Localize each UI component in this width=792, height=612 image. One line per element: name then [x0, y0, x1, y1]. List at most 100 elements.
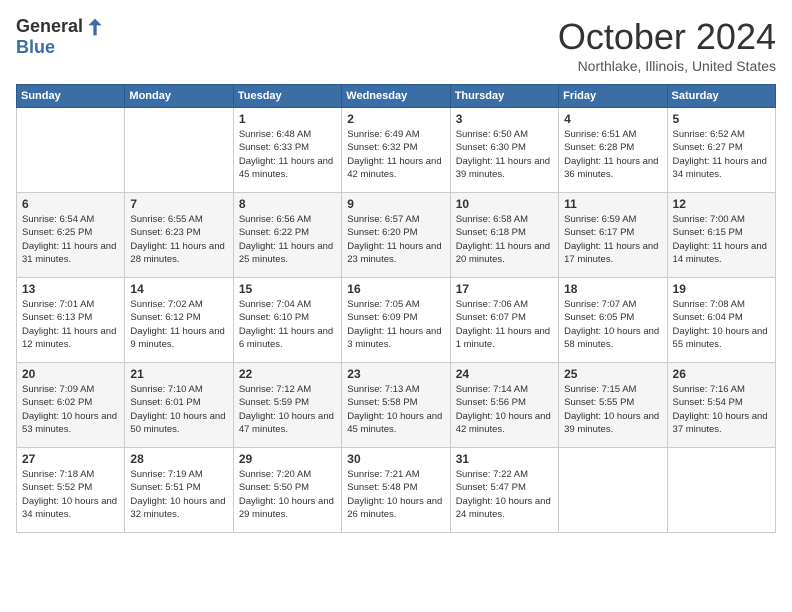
logo-blue-text: Blue [16, 37, 55, 58]
calendar-header-friday: Friday [559, 85, 667, 108]
calendar-cell: 5Sunrise: 6:52 AM Sunset: 6:27 PM Daylig… [667, 108, 775, 193]
calendar-cell [125, 108, 233, 193]
day-number: 24 [456, 367, 553, 381]
day-number: 1 [239, 112, 336, 126]
day-info: Sunrise: 6:51 AM Sunset: 6:28 PM Dayligh… [564, 128, 661, 181]
day-info: Sunrise: 7:20 AM Sunset: 5:50 PM Dayligh… [239, 468, 336, 521]
calendar-cell: 15 Sunrise: 7:04 AM Sunset: 6:10 PM Dayli… [233, 278, 341, 363]
calendar-cell: 18 Sunrise: 7:07 AM Sunset: 6:05 PM Dayli… [559, 278, 667, 363]
calendar-week-1: 1 Sunrise: 6:48 AM Sunset: 6:33 PM Daylig… [17, 108, 776, 193]
title-block: October 2024 Northlake, Illinois, United… [558, 16, 776, 74]
day-info: Sunrise: 6:58 AM Sunset: 6:18 PM Dayligh… [456, 213, 553, 266]
day-number: 29 [239, 452, 336, 466]
day-info: Sunrise: 7:10 AM Sunset: 6:01 PM Dayligh… [130, 383, 227, 436]
day-number: 3 [456, 112, 553, 126]
day-number: 15 [239, 282, 336, 296]
calendar-cell: 4 Sunrise: 6:51 AM Sunset: 6:28 PM Daylig… [559, 108, 667, 193]
calendar-header-row: SundayMondayTuesdayWednesdayThursdayFrid… [17, 85, 776, 108]
calendar-cell: 16Sunrise: 7:05 AM Sunset: 6:09 PM Dayli… [342, 278, 450, 363]
calendar-cell: 2 Sunrise: 6:49 AM Sunset: 6:32 PM Daylig… [342, 108, 450, 193]
calendar-cell [559, 448, 667, 533]
calendar-week-5: 27 Sunrise: 7:18 AM Sunset: 5:52 PM Dayli… [17, 448, 776, 533]
calendar-cell: 13 Sunrise: 7:01 AM Sunset: 6:13 PM Dayli… [17, 278, 125, 363]
day-info: Sunrise: 7:19 AM Sunset: 5:51 PM Dayligh… [130, 468, 227, 521]
calendar-week-2: 6 Sunrise: 6:54 AM Sunset: 6:25 PM Daylig… [17, 193, 776, 278]
day-info: Sunrise: 6:49 AM Sunset: 6:32 PM Dayligh… [347, 128, 444, 181]
day-info: Sunrise: 7:15 AM Sunset: 5:55 PM Dayligh… [564, 383, 661, 436]
calendar-header-sunday: Sunday [17, 85, 125, 108]
day-info: Sunrise: 6:54 AM Sunset: 6:25 PM Dayligh… [22, 213, 119, 266]
day-info: Sunrise: 7:12 AM Sunset: 5:59 PM Dayligh… [239, 383, 336, 436]
day-info: Sunrise: 6:56 AM Sunset: 6:22 PM Dayligh… [239, 213, 336, 266]
calendar-cell [17, 108, 125, 193]
calendar-cell: 21Sunrise: 7:10 AM Sunset: 6:01 PM Dayli… [125, 363, 233, 448]
calendar-cell: 31Sunrise: 7:22 AM Sunset: 5:47 PM Dayli… [450, 448, 558, 533]
day-info: Sunrise: 7:14 AM Sunset: 5:56 PM Dayligh… [456, 383, 553, 436]
day-info: Sunrise: 7:04 AM Sunset: 6:10 PM Dayligh… [239, 298, 336, 351]
day-number: 26 [673, 367, 770, 381]
day-info: Sunrise: 7:21 AM Sunset: 5:48 PM Dayligh… [347, 468, 444, 521]
day-number: 16 [347, 282, 444, 296]
day-info: Sunrise: 6:50 AM Sunset: 6:30 PM Dayligh… [456, 128, 553, 181]
calendar-header-thursday: Thursday [450, 85, 558, 108]
day-info: Sunrise: 7:00 AM Sunset: 6:15 PM Dayligh… [673, 213, 770, 266]
day-info: Sunrise: 7:02 AM Sunset: 6:12 PM Dayligh… [130, 298, 227, 351]
calendar-header-wednesday: Wednesday [342, 85, 450, 108]
calendar-header-monday: Monday [125, 85, 233, 108]
day-number: 5 [673, 112, 770, 126]
day-info: Sunrise: 7:16 AM Sunset: 5:54 PM Dayligh… [673, 383, 770, 436]
calendar-cell: 20 Sunrise: 7:09 AM Sunset: 6:02 PM Dayli… [17, 363, 125, 448]
day-info: Sunrise: 7:06 AM Sunset: 6:07 PM Dayligh… [456, 298, 553, 351]
day-info: Sunrise: 7:01 AM Sunset: 6:13 PM Dayligh… [22, 298, 119, 351]
day-info: Sunrise: 7:08 AM Sunset: 6:04 PM Dayligh… [673, 298, 770, 351]
day-number: 4 [564, 112, 661, 126]
day-number: 25 [564, 367, 661, 381]
day-info: Sunrise: 7:07 AM Sunset: 6:05 PM Dayligh… [564, 298, 661, 351]
calendar-cell: 24 Sunrise: 7:14 AM Sunset: 5:56 PM Dayli… [450, 363, 558, 448]
calendar-cell: 30 Sunrise: 7:21 AM Sunset: 5:48 PM Dayli… [342, 448, 450, 533]
day-number: 8 [239, 197, 336, 211]
day-number: 11 [564, 197, 661, 211]
logo: General Blue [16, 16, 105, 58]
calendar-cell: 19Sunrise: 7:08 AM Sunset: 6:04 PM Dayli… [667, 278, 775, 363]
calendar-cell: 29 Sunrise: 7:20 AM Sunset: 5:50 PM Dayli… [233, 448, 341, 533]
day-number: 27 [22, 452, 119, 466]
calendar-cell [667, 448, 775, 533]
calendar-cell: 17 Sunrise: 7:06 AM Sunset: 6:07 PM Dayli… [450, 278, 558, 363]
calendar-cell: 10 Sunrise: 6:58 AM Sunset: 6:18 PM Dayli… [450, 193, 558, 278]
day-number: 12 [673, 197, 770, 211]
day-number: 13 [22, 282, 119, 296]
day-info: Sunrise: 7:18 AM Sunset: 5:52 PM Dayligh… [22, 468, 119, 521]
day-info: Sunrise: 7:22 AM Sunset: 5:47 PM Dayligh… [456, 468, 553, 521]
month-title: October 2024 [558, 16, 776, 58]
day-number: 6 [22, 197, 119, 211]
day-number: 22 [239, 367, 336, 381]
day-number: 10 [456, 197, 553, 211]
calendar-header-tuesday: Tuesday [233, 85, 341, 108]
day-number: 20 [22, 367, 119, 381]
calendar-cell: 6 Sunrise: 6:54 AM Sunset: 6:25 PM Daylig… [17, 193, 125, 278]
day-info: Sunrise: 6:55 AM Sunset: 6:23 PM Dayligh… [130, 213, 227, 266]
calendar-cell: 1 Sunrise: 6:48 AM Sunset: 6:33 PM Daylig… [233, 108, 341, 193]
calendar-cell: 3 Sunrise: 6:50 AM Sunset: 6:30 PM Daylig… [450, 108, 558, 193]
day-number: 7 [130, 197, 227, 211]
calendar-header-saturday: Saturday [667, 85, 775, 108]
calendar-cell: 23Sunrise: 7:13 AM Sunset: 5:58 PM Dayli… [342, 363, 450, 448]
day-number: 14 [130, 282, 227, 296]
day-number: 18 [564, 282, 661, 296]
day-number: 2 [347, 112, 444, 126]
day-info: Sunrise: 7:09 AM Sunset: 6:02 PM Dayligh… [22, 383, 119, 436]
calendar-cell: 26 Sunrise: 7:16 AM Sunset: 5:54 PM Dayli… [667, 363, 775, 448]
day-info: Sunrise: 6:59 AM Sunset: 6:17 PM Dayligh… [564, 213, 661, 266]
calendar-cell: 14 Sunrise: 7:02 AM Sunset: 6:12 PM Dayli… [125, 278, 233, 363]
calendar-cell: 28 Sunrise: 7:19 AM Sunset: 5:51 PM Dayli… [125, 448, 233, 533]
page-header: General Blue October 2024 Northlake, Ill… [16, 16, 776, 74]
logo-general-text: General [16, 16, 83, 37]
calendar-cell: 22 Sunrise: 7:12 AM Sunset: 5:59 PM Dayli… [233, 363, 341, 448]
calendar-cell: 7 Sunrise: 6:55 AM Sunset: 6:23 PM Daylig… [125, 193, 233, 278]
day-info: Sunrise: 6:48 AM Sunset: 6:33 PM Dayligh… [239, 128, 336, 181]
calendar-cell: 8 Sunrise: 6:56 AM Sunset: 6:22 PM Daylig… [233, 193, 341, 278]
day-number: 17 [456, 282, 553, 296]
day-number: 28 [130, 452, 227, 466]
day-number: 30 [347, 452, 444, 466]
